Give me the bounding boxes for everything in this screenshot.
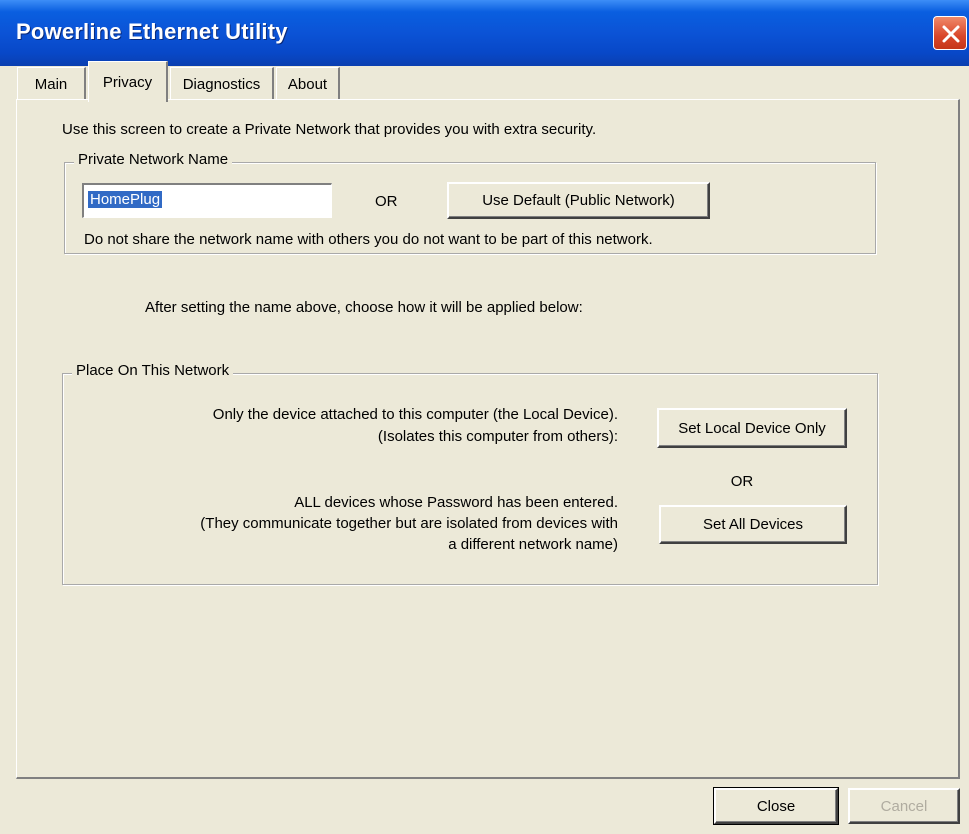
tab-about-label: About — [287, 75, 328, 93]
tab-diagnostics-label: Diagnostics — [182, 75, 261, 93]
tab-about[interactable]: About — [276, 67, 340, 100]
tab-privacy[interactable]: Privacy — [88, 61, 168, 102]
tab-main-label: Main — [34, 75, 68, 93]
close-window-button[interactable] — [933, 16, 967, 50]
cancel-button-label: Cancel — [880, 797, 928, 815]
utility-window: Powerline Ethernet Utility Main Privacy … — [0, 0, 969, 834]
close-button-label: Close — [756, 797, 796, 815]
close-button[interactable]: Close — [713, 787, 839, 825]
cancel-button[interactable]: Cancel — [848, 788, 960, 824]
tab-main[interactable]: Main — [17, 67, 86, 100]
tab-privacy-label: Privacy — [102, 73, 153, 91]
tab-diagnostics[interactable]: Diagnostics — [170, 67, 274, 100]
close-icon — [942, 25, 960, 43]
privacy-panel — [16, 99, 960, 779]
window-title: Powerline Ethernet Utility — [16, 19, 288, 44]
title-bar: Powerline Ethernet Utility — [0, 0, 969, 66]
